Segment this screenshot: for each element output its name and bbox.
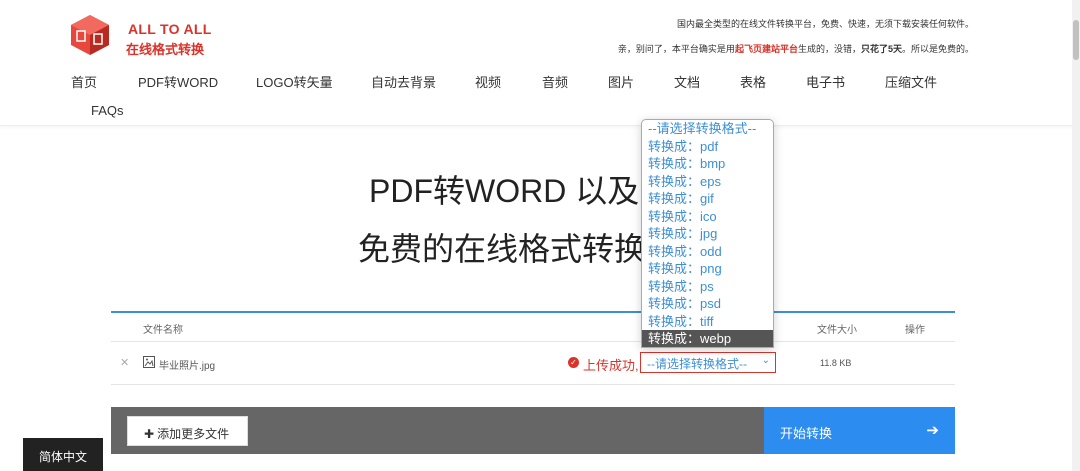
file-name: 毕业照片.jpg — [159, 361, 216, 372]
page-scrollbar[interactable] — [1072, 0, 1080, 471]
image-icon — [143, 356, 155, 368]
add-files-label: 添加更多文件 — [157, 427, 230, 441]
nav-ebook[interactable]: 电子书 — [806, 72, 845, 91]
notice-link-platform[interactable]: 起飞页建站平台 — [735, 44, 798, 54]
close-icon[interactable]: ✕ — [120, 356, 129, 369]
notice-line-2: 亲，别问了，本平台确实是用起飞页建站平台生成的，没错，只花了5天。所以是免费的。 — [618, 42, 974, 55]
nav-video[interactable]: 视频 — [475, 72, 501, 91]
format-option[interactable]: 转换成：psd — [642, 295, 773, 313]
format-option[interactable]: 转换成：gif — [642, 190, 773, 208]
notice-bold: 只花了5天 — [860, 44, 902, 54]
column-header-filename: 文件名称 — [143, 325, 183, 336]
nav-pdf-to-word[interactable]: PDF转WORD — [138, 72, 218, 91]
format-option[interactable]: 转换成：ps — [642, 278, 773, 296]
add-files-button[interactable]: ✚ 添加更多文件 — [127, 416, 248, 446]
notice-text-a: 亲，别问了，本平台确实是用 — [617, 44, 735, 54]
file-size: 11.8 KB — [820, 358, 852, 368]
arrow-right-icon: ➔ — [926, 422, 939, 439]
format-option[interactable]: 转换成：png — [642, 260, 773, 278]
scrollbar-thumb[interactable] — [1073, 20, 1079, 60]
nav-logo-vector[interactable]: LOGO转矢量 — [256, 72, 333, 91]
chevron-down-icon: ⌄ — [761, 355, 770, 366]
plus-icon: ✚ — [144, 427, 155, 441]
format-select-value: --请选择转换格式-- — [647, 357, 747, 371]
upload-status: 上传成功, — [583, 358, 639, 373]
format-dropdown-list[interactable]: --请选择转换格式-- 转换成：pdf 转换成：bmp 转换成：eps 转换成：… — [641, 119, 774, 348]
start-convert-label: 开始转换 — [780, 426, 833, 441]
format-option[interactable]: 转换成：ico — [642, 208, 773, 226]
format-option[interactable]: 转换成：pdf — [642, 138, 773, 156]
nav-remove-background[interactable]: 自动去背景 — [371, 72, 436, 91]
format-option-highlighted[interactable]: 转换成：webp — [642, 330, 773, 347]
brand-name-en[interactable]: ALL TO ALL — [128, 21, 212, 37]
format-select[interactable]: --请选择转换格式-- ⌄ — [640, 352, 776, 373]
site-header: ALL TO ALL 在线格式转换 国内最全类型的在线文件转换平台，免费、快速，… — [0, 0, 1080, 126]
nav-audio[interactable]: 音频 — [542, 72, 568, 91]
hero-title-line-1: PDF转WORD 以及更 — [369, 173, 672, 209]
nav-image[interactable]: 图片 — [608, 72, 634, 91]
format-option[interactable]: 转换成：bmp — [642, 155, 773, 173]
start-convert-button[interactable]: 开始转换 ➔ — [764, 407, 955, 454]
notice-text-c: 。所以是免费的。 — [901, 44, 974, 54]
column-header-action: 操作 — [905, 325, 925, 336]
language-switcher[interactable]: 简体中文 — [23, 438, 103, 471]
logo-icon[interactable] — [70, 14, 110, 56]
format-option[interactable]: 转换成：tiff — [642, 313, 773, 331]
format-option[interactable]: 转换成：odd — [642, 243, 773, 261]
notice-text-b: 生成的，没错， — [797, 44, 861, 54]
hero-title-line-2: 免费的在线格式转换 — [358, 231, 647, 267]
brand-name-cn[interactable]: 在线格式转换 — [126, 39, 204, 58]
format-option[interactable]: 转换成：eps — [642, 173, 773, 191]
column-header-size: 文件大小 — [817, 325, 857, 336]
format-option[interactable]: --请选择转换格式-- — [642, 120, 773, 138]
nav-home[interactable]: 首页 — [71, 72, 97, 91]
nav-document[interactable]: 文档 — [674, 72, 700, 91]
notice-line-1: 国内最全类型的在线文件转换平台，免费、快速，无须下载安装任何软件。 — [676, 19, 974, 29]
table-top-border — [111, 311, 955, 313]
table-row-divider — [111, 384, 955, 385]
format-option[interactable]: 转换成：jpg — [642, 225, 773, 243]
table-divider — [111, 341, 955, 342]
nav-faqs[interactable]: FAQs — [91, 103, 124, 118]
nav-spreadsheet[interactable]: 表格 — [740, 72, 766, 91]
check-circle-icon: ✓ — [568, 357, 579, 368]
nav-archive[interactable]: 压缩文件 — [885, 72, 937, 91]
